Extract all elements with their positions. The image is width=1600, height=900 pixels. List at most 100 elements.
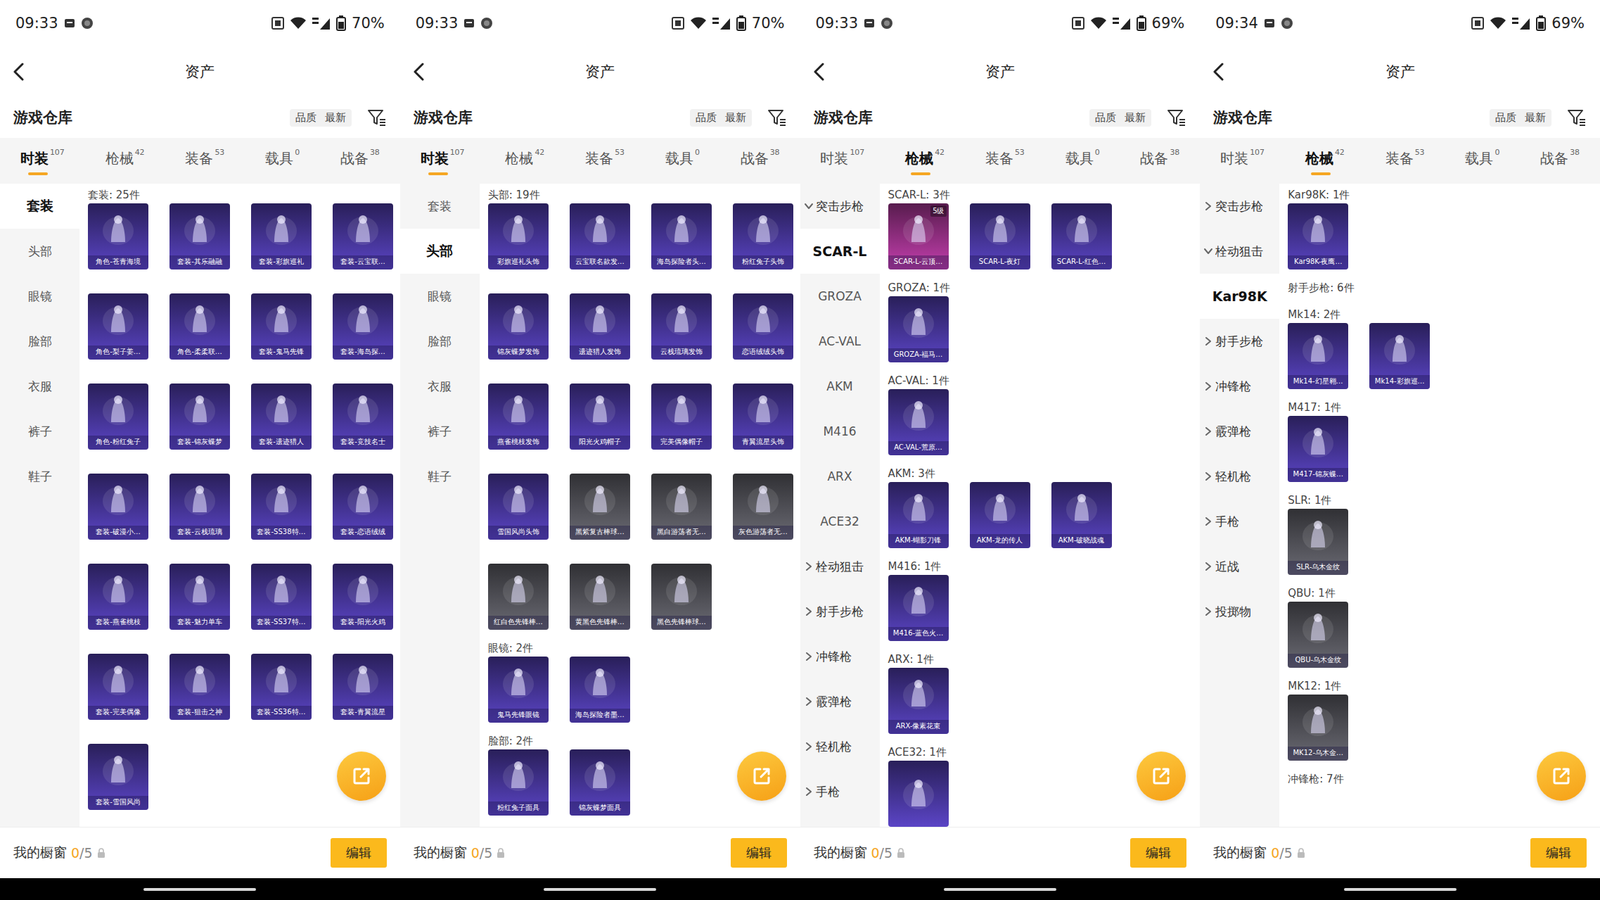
- sidebar-label[interactable]: ARX: [827, 469, 852, 484]
- tab[interactable]: 时装107: [18, 144, 67, 177]
- tab-label[interactable]: 装备: [1385, 149, 1414, 169]
- tab-label[interactable]: 枪械: [105, 149, 134, 169]
- item-card[interactable]: 遗迹猎人发饰: [569, 293, 631, 360]
- sidebar-label[interactable]: 头部: [28, 243, 53, 260]
- item-card[interactable]: 锦灰蝶梦发饰: [488, 293, 549, 360]
- chevron-icon[interactable]: [1204, 561, 1213, 572]
- sidebar-label[interactable]: 冲锋枪: [815, 648, 852, 665]
- item-card[interactable]: 粉红兔子头饰: [732, 203, 794, 270]
- sidebar-label[interactable]: GROZA: [817, 289, 862, 304]
- sidebar-item[interactable]: AC-VAL: [800, 318, 880, 364]
- tab[interactable]: 载具0: [1463, 144, 1501, 177]
- chevron-icon[interactable]: [1204, 381, 1213, 392]
- sidebar-label[interactable]: 霰弹枪: [1215, 423, 1252, 440]
- chevron-icon[interactable]: [804, 786, 814, 797]
- sidebar-label[interactable]: 头部: [426, 241, 453, 261]
- item-card[interactable]: 套装-SS38特…: [251, 473, 312, 540]
- filter-icon[interactable]: [1566, 108, 1587, 127]
- item-card[interactable]: GROZA-福马…: [888, 296, 949, 363]
- item-card[interactable]: ARX-像素花束: [888, 667, 949, 734]
- item-card[interactable]: 套装-燕雀桃枝: [87, 563, 149, 630]
- sidebar-item[interactable]: SCAR-L: [800, 228, 880, 274]
- sidebar-label[interactable]: AC-VAL: [818, 334, 861, 349]
- back-arrow-icon[interactable]: [11, 62, 27, 81]
- sidebar-item[interactable]: 手枪: [800, 768, 880, 814]
- item-card[interactable]: SCAR-L-夜灯: [969, 203, 1031, 270]
- item-card[interactable]: 黑紫复古棒球…: [569, 473, 631, 540]
- item-card[interactable]: 黑色先锋棒球…: [651, 563, 712, 630]
- sidebar-item[interactable]: 冲锋枪: [1199, 363, 1280, 409]
- sidebar-label[interactable]: 射手步枪: [815, 603, 864, 620]
- chevron-icon[interactable]: [1204, 426, 1213, 437]
- item-card[interactable]: M416-蓝色火…: [888, 574, 949, 641]
- sidebar-label[interactable]: 眼镜: [427, 288, 452, 305]
- chevron-icon[interactable]: [1204, 201, 1213, 211]
- item-card[interactable]: 套装-竞技名士: [332, 383, 394, 450]
- sidebar-item[interactable]: 头部: [0, 228, 80, 274]
- item-card[interactable]: 阳光火鸡帽子: [569, 383, 631, 450]
- item-card[interactable]: 套装-魅力单车: [169, 563, 230, 630]
- sidebar-item[interactable]: 近战: [1199, 543, 1280, 589]
- edit-button[interactable]: 编辑: [1130, 837, 1187, 868]
- sidebar-label[interactable]: M416: [822, 424, 856, 439]
- chevron-icon[interactable]: [804, 741, 814, 752]
- item-card[interactable]: 黄黑色先锋棒…: [569, 563, 631, 630]
- sidebar-item[interactable]: 鞋子: [400, 453, 480, 499]
- item-card[interactable]: 青翼流星头饰: [732, 383, 794, 450]
- item-card[interactable]: 套装-遗迹猎人: [251, 383, 312, 450]
- back-button[interactable]: [0, 62, 50, 81]
- tab-label[interactable]: 时装: [1220, 149, 1249, 169]
- sidebar-item[interactable]: 脸部: [0, 318, 80, 364]
- tab[interactable]: 装备53: [583, 144, 626, 177]
- sidebar-item[interactable]: 轻机枪: [800, 723, 880, 769]
- tab-label[interactable]: 战备: [340, 149, 369, 169]
- share-button[interactable]: [1136, 751, 1186, 801]
- tab-label[interactable]: 枪械: [1305, 149, 1334, 169]
- tab[interactable]: 载具0: [263, 144, 302, 177]
- item-card[interactable]: SLR-乌木金纹: [1287, 508, 1349, 575]
- sidebar-item[interactable]: 冲锋枪: [800, 633, 880, 679]
- item-card[interactable]: 角色-苍青海境: [87, 203, 149, 270]
- item-card[interactable]: 云宝联名款发…: [569, 203, 631, 270]
- tab[interactable]: 枪械42: [903, 144, 946, 177]
- sidebar-label[interactable]: 裤子: [427, 423, 452, 440]
- home-indicator[interactable]: [143, 887, 256, 891]
- sidebar-item[interactable]: 栓动狙击: [800, 543, 880, 589]
- sidebar-label[interactable]: 鞋子: [28, 468, 53, 485]
- share-icon[interactable]: [350, 764, 373, 787]
- sidebar-item[interactable]: AKM: [800, 363, 880, 409]
- sidebar-item[interactable]: 突击步枪: [800, 183, 880, 229]
- sidebar-item[interactable]: 轻机枪: [1199, 453, 1280, 499]
- sidebar-label[interactable]: 套装: [26, 196, 54, 216]
- sidebar-label[interactable]: 射手步枪: [1215, 333, 1264, 350]
- item-card[interactable]: 彩旗巡礼头饰: [488, 203, 549, 270]
- edit-button[interactable]: 编辑: [330, 837, 387, 868]
- item-card[interactable]: 套装-阳光火鸡: [332, 563, 394, 630]
- home-indicator[interactable]: [543, 887, 657, 891]
- tab[interactable]: 装备53: [983, 144, 1027, 177]
- tab-label[interactable]: 载具: [1065, 149, 1094, 169]
- sidebar-label[interactable]: 冲锋枪: [1215, 378, 1252, 395]
- item-card[interactable]: M417-锦灰蝶…: [1287, 415, 1349, 482]
- sidebar-label[interactable]: 轻机枪: [1215, 468, 1252, 485]
- sidebar-label[interactable]: 衣服: [28, 378, 53, 395]
- item-card[interactable]: 套装-狙击之神: [169, 653, 230, 720]
- sidebar-label[interactable]: Kar98K: [1212, 288, 1268, 304]
- sidebar-label[interactable]: 眼镜: [28, 288, 53, 305]
- tab[interactable]: 载具0: [1064, 144, 1102, 177]
- sidebar-label[interactable]: 手枪: [1215, 513, 1240, 530]
- item-card[interactable]: 恋语绒绒头饰: [732, 293, 794, 360]
- item-card[interactable]: AKM-蝴影刀锋: [888, 481, 949, 548]
- sidebar-item[interactable]: 投掷物: [1199, 588, 1280, 634]
- tab-label[interactable]: 战备: [740, 149, 769, 169]
- chevron-icon[interactable]: [804, 561, 814, 572]
- sidebar-item[interactable]: 套装: [0, 183, 80, 229]
- item-card[interactable]: AKM-龙的传人: [969, 481, 1031, 548]
- sort-option[interactable]: 品质: [695, 111, 717, 125]
- back-arrow-icon[interactable]: [1211, 62, 1227, 81]
- edit-button[interactable]: 编辑: [1530, 837, 1587, 868]
- item-card[interactable]: 完美偶像帽子: [651, 383, 712, 450]
- item-card[interactable]: 雪国风尚头饰: [488, 473, 549, 540]
- chevron-icon[interactable]: [1204, 516, 1213, 527]
- tab[interactable]: 时装107: [1218, 144, 1266, 177]
